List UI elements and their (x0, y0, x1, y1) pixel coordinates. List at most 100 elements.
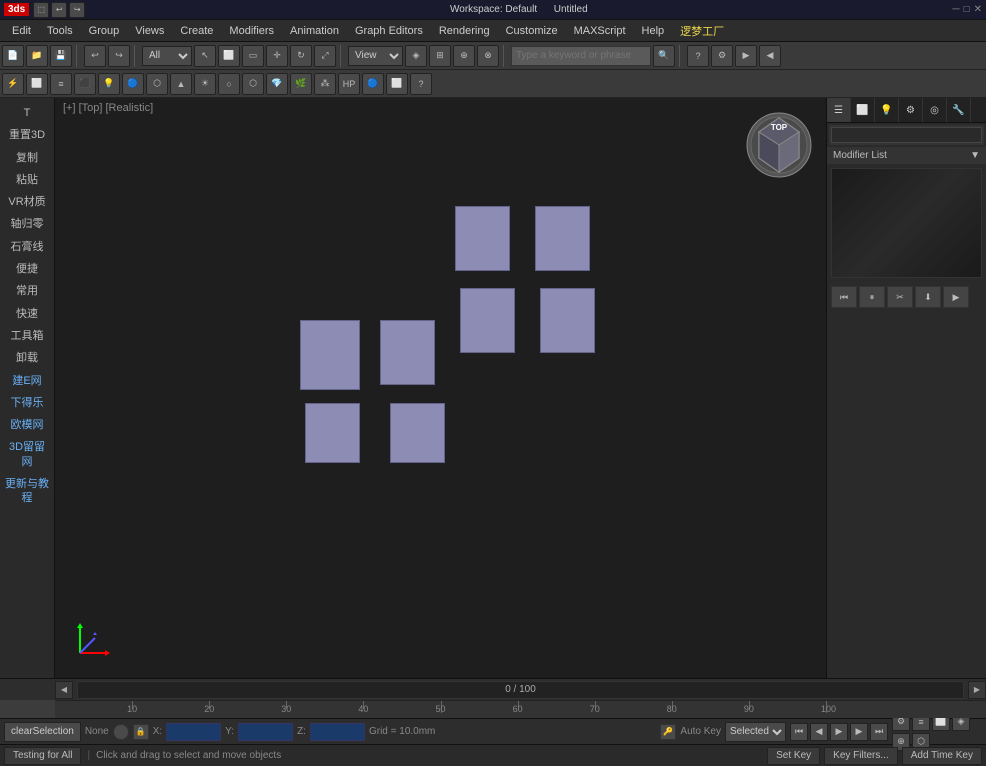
timeline-track[interactable]: 0 / 100 (77, 681, 964, 699)
keyfilters-btn[interactable]: Key Filters... (824, 747, 898, 765)
t2-btn17[interactable]: ⬜ (386, 73, 408, 95)
t2-btn2[interactable]: ⬜ (26, 73, 48, 95)
extra-btn2[interactable]: ▶ (735, 45, 757, 67)
lock-icon[interactable]: 🔑 (660, 724, 676, 740)
panel-tab-modify[interactable]: ⬜ (851, 98, 875, 122)
sidebar-item-更新与教程[interactable]: 更新与教程 (0, 473, 54, 510)
maximize-btn[interactable]: □ (964, 4, 970, 15)
view-mode-select[interactable]: View (348, 46, 403, 66)
t2-btn15[interactable]: HP (338, 73, 360, 95)
select-rect-btn[interactable]: ▭ (242, 45, 264, 67)
extra-btn3[interactable]: ◀ (759, 45, 781, 67)
menu-item-create[interactable]: Create (172, 23, 221, 39)
sidebar-item-工具箱[interactable]: 工具箱 (0, 325, 54, 347)
t2-btn11[interactable]: ⬡ (242, 73, 264, 95)
t2-btn6[interactable]: 🔵 (122, 73, 144, 95)
play-start-btn[interactable]: ⏮ (790, 723, 808, 741)
sidebar-item-轴归零[interactable]: 轴归零 (0, 213, 54, 235)
mod-pause-btn[interactable]: ⏸ (859, 286, 885, 308)
t2-btn14[interactable]: ⁂ (314, 73, 336, 95)
t2-btn16[interactable]: 🔵 (362, 73, 384, 95)
viewport-box-2[interactable] (460, 288, 515, 353)
menu-item-group[interactable]: Group (81, 23, 128, 39)
mod-pin-btn[interactable]: ⏮ (831, 286, 857, 308)
viewport-btn3[interactable]: ⊕ (453, 45, 475, 67)
viewport-box-7[interactable] (390, 403, 445, 463)
panel-tab-display[interactable]: ◎ (923, 98, 947, 122)
undo-btn[interactable]: ↩ (51, 2, 67, 18)
sidebar-item-便捷[interactable]: 便捷 (0, 258, 54, 280)
scale-btn[interactable]: ⤢ (314, 45, 336, 67)
sidebar-item-VR材质[interactable]: VR材质 (0, 191, 54, 213)
modifier-search-input[interactable] (831, 127, 982, 143)
panel-tab-motion[interactable]: ⚙ (899, 98, 923, 122)
minimize-btn[interactable]: ─ (952, 4, 959, 15)
play-end-btn[interactable]: ⏭ (870, 723, 888, 741)
light-toggle[interactable] (113, 724, 129, 740)
help-btn[interactable]: ? (687, 45, 709, 67)
redo-tb-btn[interactable]: ↪ (108, 45, 130, 67)
sidebar-item-快速[interactable]: 快速 (0, 303, 54, 325)
menu-item-customize[interactable]: Customize (498, 23, 566, 39)
sidebar-item-欧模网[interactable]: 欧模网 (0, 414, 54, 436)
mod-down-btn[interactable]: ⬇ (915, 286, 941, 308)
menu-item-views[interactable]: Views (127, 23, 172, 39)
save-btn[interactable]: 💾 (50, 45, 72, 67)
t2-btn5[interactable]: 💡 (98, 73, 120, 95)
menu-item-help[interactable]: Help (634, 23, 673, 39)
y-input[interactable] (238, 723, 293, 741)
x-input[interactable] (166, 723, 221, 741)
addkey-btn[interactable]: Add Time Key (902, 747, 982, 765)
z-input[interactable] (310, 723, 365, 741)
t2-btn3[interactable]: ≡ (50, 73, 72, 95)
t2-btn7[interactable]: ⬡ (146, 73, 168, 95)
t2-btn4[interactable]: ⬛ (74, 73, 96, 95)
viewport-box-5[interactable] (380, 320, 435, 385)
viewport-box-1[interactable] (535, 206, 590, 271)
menu-item-逻梦工厂[interactable]: 逻梦工厂 (672, 21, 732, 41)
close-btn[interactable]: ✕ (974, 4, 982, 15)
menu-item-graph-editors[interactable]: Graph Editors (347, 23, 431, 39)
sidebar-item-复制[interactable]: 复制 (0, 147, 54, 169)
move-btn[interactable]: ✛ (266, 45, 288, 67)
sidebar-item-建E网[interactable]: 建E网 (0, 370, 54, 392)
redo-btn[interactable]: ↪ (69, 2, 85, 18)
setkey-btn[interactable]: Set Key (767, 747, 820, 765)
t2-btn8[interactable]: ▲ (170, 73, 192, 95)
sidebar-item-石膏线[interactable]: 石膏线 (0, 236, 54, 258)
quick-access-btn[interactable]: ⬚ (33, 2, 49, 18)
modifier-dropdown-arrow[interactable]: ▼ (970, 150, 980, 161)
undo-tb-btn[interactable]: ↩ (84, 45, 106, 67)
selected-dropdown[interactable]: Selected (725, 722, 786, 742)
viewport-box-3[interactable] (540, 288, 595, 353)
t2-help[interactable]: ? (410, 73, 432, 95)
search-btn[interactable]: 🔍 (653, 45, 675, 67)
viewport[interactable]: [+] [Top] [Realistic] TOP (55, 98, 826, 678)
menu-item-rendering[interactable]: Rendering (431, 23, 498, 39)
extra-btn1[interactable]: ⚙ (711, 45, 733, 67)
sidebar-item-3D留留网[interactable]: 3D留留网 (0, 436, 54, 473)
sidebar-item-重置3D[interactable]: 重置3D (0, 124, 54, 146)
rotate-btn[interactable]: ↻ (290, 45, 312, 67)
tl-back-btn[interactable]: ◀ (55, 681, 73, 699)
tl-fwd-btn[interactable]: ▶ (968, 681, 986, 699)
mod-cut-btn[interactable]: ✂ (887, 286, 913, 308)
t2-btn9[interactable]: ☀ (194, 73, 216, 95)
viewport-box-6[interactable] (305, 403, 360, 463)
sidebar-item-卸载[interactable]: 卸载 (0, 347, 54, 369)
play-btn[interactable]: ▶ (830, 723, 848, 741)
next-frame-btn[interactable]: ▶ (850, 723, 868, 741)
t2-btn13[interactable]: 🌿 (290, 73, 312, 95)
viewport-btn4[interactable]: ⊗ (477, 45, 499, 67)
search-input[interactable] (511, 46, 651, 66)
t2-btn1[interactable]: ⚡ (2, 73, 24, 95)
menu-item-modifiers[interactable]: Modifiers (221, 23, 282, 39)
sidebar-item-粘贴[interactable]: 粘贴 (0, 169, 54, 191)
viewport-box-0[interactable] (455, 206, 510, 271)
clear-selection-btn[interactable]: clearSelection (4, 722, 81, 742)
menu-item-tools[interactable]: Tools (39, 23, 81, 39)
panel-tab-hierarchy[interactable]: 💡 (875, 98, 899, 122)
mod-play-btn[interactable]: ▶ (943, 286, 969, 308)
select-filter[interactable]: All (142, 46, 192, 66)
menu-item-animation[interactable]: Animation (282, 23, 347, 39)
